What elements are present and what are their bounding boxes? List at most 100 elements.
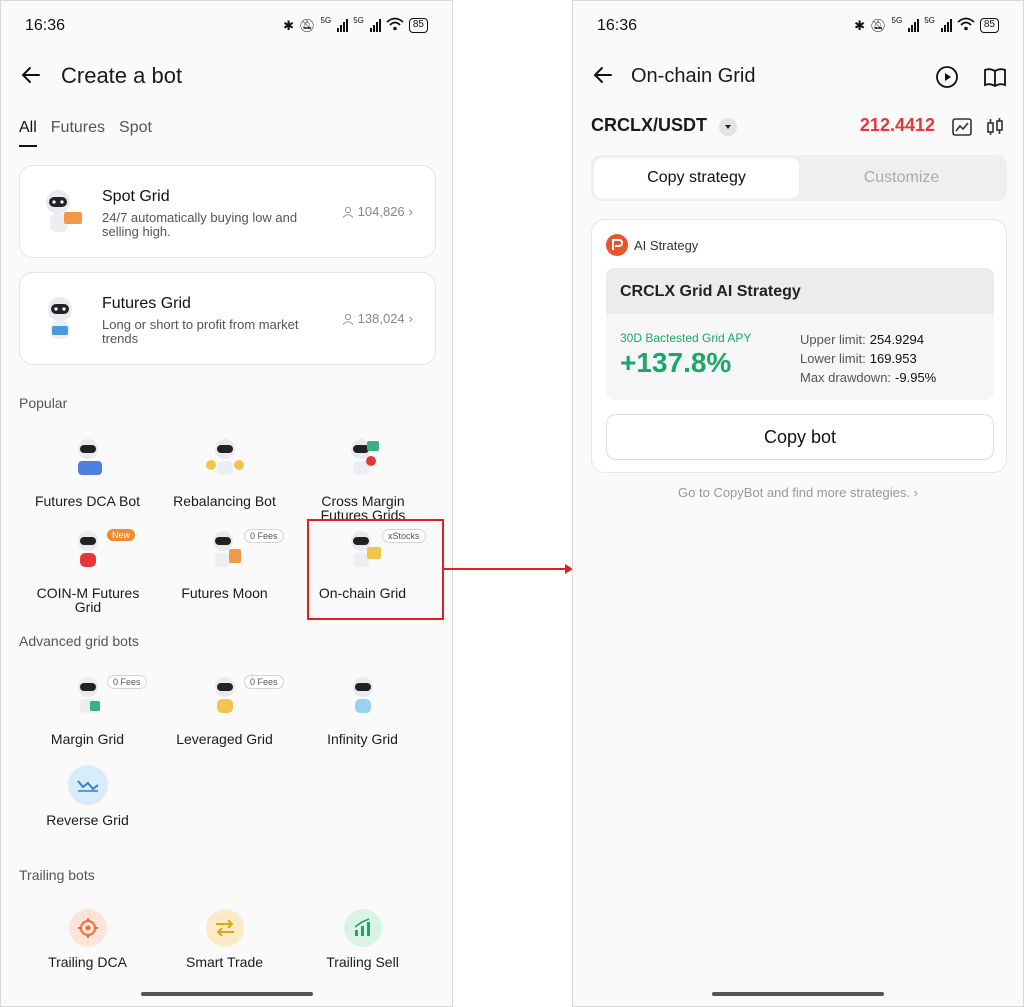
chevron-down-icon[interactable] [719, 118, 737, 136]
header: Create a bot [1, 57, 452, 97]
upper-limit-value: 254.9294 [869, 332, 924, 347]
lower-limit: Lower limit: 169.953 [800, 351, 917, 366]
max-drawdown: Max drawdown: -9.95% [800, 370, 937, 385]
bot-cross-margin[interactable]: Cross Margin Futures Grids [294, 437, 431, 522]
bot-margin-grid[interactable]: 0 Fees Margin Grid [19, 675, 156, 746]
candlestick-icon[interactable] [985, 117, 1005, 137]
signal-icon [908, 19, 920, 32]
strategy-details[interactable]: CRCLX Grid AI Strategy 30D Bactested Gri… [606, 268, 994, 400]
status-bar: 16:36 ✱ 🔕︎ 5G 5G 85 [573, 15, 1023, 39]
fees-badge: 0 Fees [244, 529, 284, 543]
card-title: Spot Grid [102, 188, 170, 205]
signal-icon [337, 19, 349, 32]
back-arrow-icon[interactable] [19, 63, 43, 87]
bot-name: Futures Moon [181, 585, 268, 601]
bot-name: Leveraged Grid [176, 731, 273, 747]
user-icon [342, 313, 354, 325]
bot-name: Futures DCA Bot [34, 493, 141, 509]
bot-leveraged-grid[interactable]: 0 Fees Leveraged Grid [156, 675, 293, 746]
target-icon [68, 909, 107, 947]
network-label-2: 5G [353, 16, 364, 25]
bot-name: COIN-M Futures Grid [36, 585, 140, 615]
highlight-box [307, 519, 444, 620]
apy-value: +137.8% [620, 347, 732, 378]
guide-book-icon[interactable] [983, 65, 1007, 89]
onchain-grid-screen: 16:36 ✱ 🔕︎ 5G 5G 85 On-chain Grid CRCLX/… [572, 0, 1024, 1007]
bot-smart-trade[interactable]: Smart Trade [156, 909, 293, 969]
bot-name: Trailing Sell [326, 954, 399, 970]
bot-name: Infinity Grid [327, 731, 398, 747]
bot-infinity-grid[interactable]: Infinity Grid [294, 675, 431, 746]
bot-futures-dca[interactable]: Futures DCA Bot [19, 437, 156, 508]
bot-trailing-dca[interactable]: Trailing DCA [19, 909, 156, 969]
bot-futures-moon[interactable]: 0 Fees Futures Moon [156, 529, 293, 600]
robot-margin-icon [77, 677, 100, 713]
category-tabs: All Futures Spot [19, 119, 152, 147]
last-price: 212.4412 [859, 115, 935, 135]
section-advanced: Advanced grid bots [19, 633, 139, 649]
chart-icon[interactable] [951, 117, 973, 137]
robot-infinity-icon [352, 677, 373, 713]
wifi-icon [386, 17, 404, 34]
trading-pair[interactable]: CRCLX/USDT [591, 115, 707, 136]
page-title: Create a bot [61, 63, 183, 88]
card-title: Futures Grid [102, 295, 191, 312]
pair-row: CRCLX/USDT 212.4412 [591, 115, 1005, 141]
user-icon [342, 206, 354, 218]
new-badge: New [107, 529, 136, 541]
tab-customize[interactable]: Customize [799, 158, 1004, 198]
page-title: On-chain Grid [631, 65, 756, 87]
back-arrow-icon[interactable] [591, 63, 615, 87]
card-desc: Long or short to profit from market tren… [102, 317, 299, 346]
tab-all[interactable]: All [19, 119, 37, 147]
status-bar: 16:36 ✱ 🔕︎ 5G 5G 85 [1, 15, 452, 39]
bot-name: Rebalancing Bot [173, 493, 276, 509]
create-bot-screen: 16:36 ✱ 🔕︎ 5G 5G 85 Create a bot All Fut… [0, 0, 453, 1007]
section-popular: Popular [19, 395, 68, 411]
strategy-title: CRCLX Grid AI Strategy [620, 283, 801, 300]
play-video-icon[interactable] [935, 65, 959, 89]
network-label-2: 5G [924, 16, 935, 25]
header: On-chain Grid [573, 57, 1023, 97]
robot-spot-icon [46, 190, 82, 232]
bluetooth-icon: ✱ [283, 17, 295, 33]
bot-trailing-sell[interactable]: Trailing Sell [294, 909, 431, 969]
fees-badge: 0 Fees [107, 675, 147, 689]
connector-arrow-line [443, 568, 567, 570]
robot-dca-icon [77, 439, 102, 475]
bar-chart-icon [343, 909, 382, 947]
wifi-icon [957, 17, 975, 34]
reverse-grid-icon [67, 765, 108, 805]
copybot-link[interactable]: Go to CopyBot and find more strategies. … [573, 485, 1023, 500]
home-indicator[interactable] [712, 992, 884, 996]
battery-icon: 85 [408, 18, 428, 33]
user-count: 104,826 [357, 204, 405, 219]
user-count: 138,024 [357, 311, 405, 326]
ai-strategy-logo-icon [606, 234, 628, 256]
bot-rebalancing[interactable]: Rebalancing Bot [156, 437, 293, 508]
status-time: 16:36 [25, 17, 66, 34]
strategy-card: AI Strategy CRCLX Grid AI Strategy 30D B… [591, 219, 1007, 473]
home-indicator[interactable] [140, 992, 313, 996]
tab-spot[interactable]: Spot [119, 119, 152, 147]
upper-limit: Upper limit: 254.9294 [800, 332, 924, 347]
mute-bell-icon: 🔕︎ [870, 17, 887, 33]
bot-coinm-futures[interactable]: New COIN-M Futures Grid [19, 529, 156, 614]
battery-icon: 85 [979, 18, 999, 33]
robot-coinm-icon [77, 531, 98, 567]
bot-name: Margin Grid [50, 731, 125, 747]
smart-trade-icon [205, 909, 244, 947]
bot-reverse-grid[interactable]: Reverse Grid [19, 765, 156, 827]
network-label: 5G [320, 16, 332, 25]
mode-segmented-control: Copy strategy Customize [591, 155, 1007, 201]
tab-copy-strategy[interactable]: Copy strategy [594, 158, 799, 198]
robot-moon-icon [212, 531, 241, 567]
futures-grid-card[interactable]: Futures Grid Long or short to profit fro… [19, 272, 436, 365]
copy-bot-button[interactable]: Copy bot [606, 414, 994, 460]
spot-grid-card[interactable]: Spot Grid 24/7 automatically buying low … [19, 165, 436, 258]
chevron-right-icon: › [408, 311, 413, 326]
bot-name: Reverse Grid [46, 812, 129, 828]
max-drawdown-value: -9.95% [895, 370, 937, 385]
ai-strategy-label: AI Strategy [634, 238, 699, 253]
tab-futures[interactable]: Futures [51, 119, 105, 147]
